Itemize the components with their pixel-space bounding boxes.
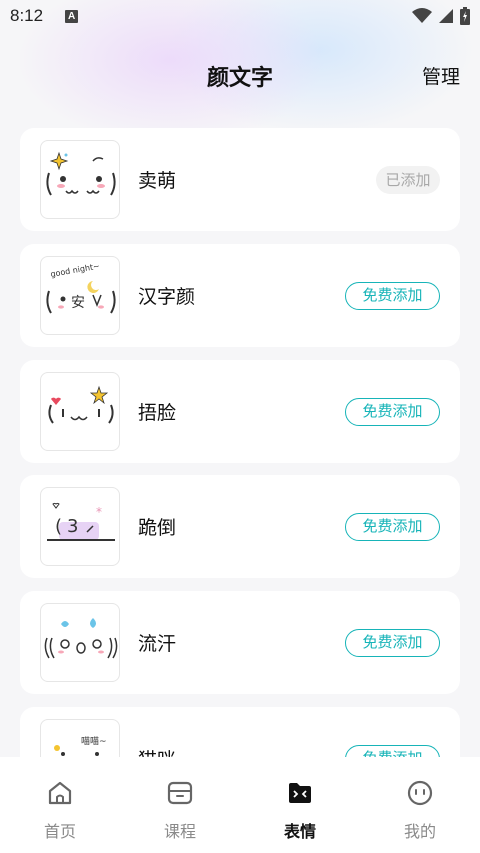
svg-text:3: 3 — [67, 516, 78, 537]
nav-label: 我的 — [403, 822, 436, 841]
pack-title: 捂脸 — [138, 402, 177, 424]
sweat-face-icon — [40, 603, 120, 682]
page-title: 颜文字 — [206, 66, 273, 91]
course-box-icon — [167, 781, 193, 805]
home-icon — [48, 781, 72, 805]
cat-face-icon: 喵喵~ — [40, 719, 120, 757]
free-add-button[interactable]: 免费添加 — [345, 282, 440, 310]
wifi-icon — [412, 8, 432, 23]
status-bar: 8:12 A — [0, 0, 480, 32]
pack-title: 猫咪 — [138, 745, 176, 757]
battery-icon — [460, 7, 470, 25]
bottom-navigation: 首页 课程 表情 我的 — [0, 757, 480, 853]
emoticon-folder-icon — [289, 783, 311, 803]
nav-emoticon[interactable]: 表情 — [240, 757, 360, 853]
notification-a-icon: A — [65, 9, 79, 23]
free-add-button[interactable]: 免费添加 — [345, 745, 440, 757]
kneel-face-icon: * ( 3 — [40, 487, 120, 566]
pack-title: 卖萌 — [138, 170, 177, 192]
manage-button[interactable]: 管理 — [422, 62, 460, 89]
nav-label: 课程 — [163, 822, 196, 841]
cute-face-icon — [40, 140, 120, 219]
status-time: 8:12 — [10, 6, 44, 25]
cover-face-icon — [40, 372, 120, 451]
free-add-button[interactable]: 免费添加 — [345, 629, 440, 657]
nav-profile[interactable]: 我的 — [360, 757, 480, 853]
svg-text:good night~: good night~ — [50, 261, 101, 279]
list-item[interactable]: * ( 3 跪倒 免费添加 — [20, 475, 460, 578]
nav-home[interactable]: 首页 — [0, 757, 120, 853]
emoticon-pack-list[interactable]: 卖萌 已添加 good night~ 安 汉字颜 免费添加 捂脸 免费添加 * … — [20, 128, 460, 757]
goodnight-face-icon: good night~ 安 — [40, 256, 120, 335]
list-item[interactable]: good night~ 安 汉字颜 免费添加 — [20, 244, 460, 347]
svg-text:安: 安 — [71, 295, 85, 311]
free-add-button[interactable]: 免费添加 — [345, 398, 440, 426]
nav-course[interactable]: 课程 — [120, 757, 240, 853]
svg-text:(: ( — [55, 516, 62, 537]
list-item[interactable]: 喵喵~ 猫咪 免费添加 — [20, 707, 460, 757]
nav-label: 首页 — [43, 822, 76, 841]
free-add-button[interactable]: 免费添加 — [345, 513, 440, 541]
pack-title: 流汗 — [138, 633, 177, 655]
pack-title: 汉字颜 — [138, 286, 196, 308]
list-item[interactable]: 捂脸 免费添加 — [20, 360, 460, 463]
pack-title: 跪倒 — [138, 517, 177, 539]
nav-label: 表情 — [283, 822, 316, 841]
cellular-signal-icon — [439, 9, 453, 23]
status-indicators — [412, 7, 470, 25]
list-item[interactable]: 卖萌 已添加 — [20, 128, 460, 231]
svg-text:*: * — [96, 505, 102, 519]
list-item[interactable]: 流汗 免费添加 — [20, 591, 460, 694]
profile-face-icon — [407, 780, 433, 806]
svg-text:喵喵~: 喵喵~ — [81, 736, 107, 747]
added-button[interactable]: 已添加 — [376, 166, 440, 194]
app-header: 颜文字 管理 — [0, 50, 480, 100]
